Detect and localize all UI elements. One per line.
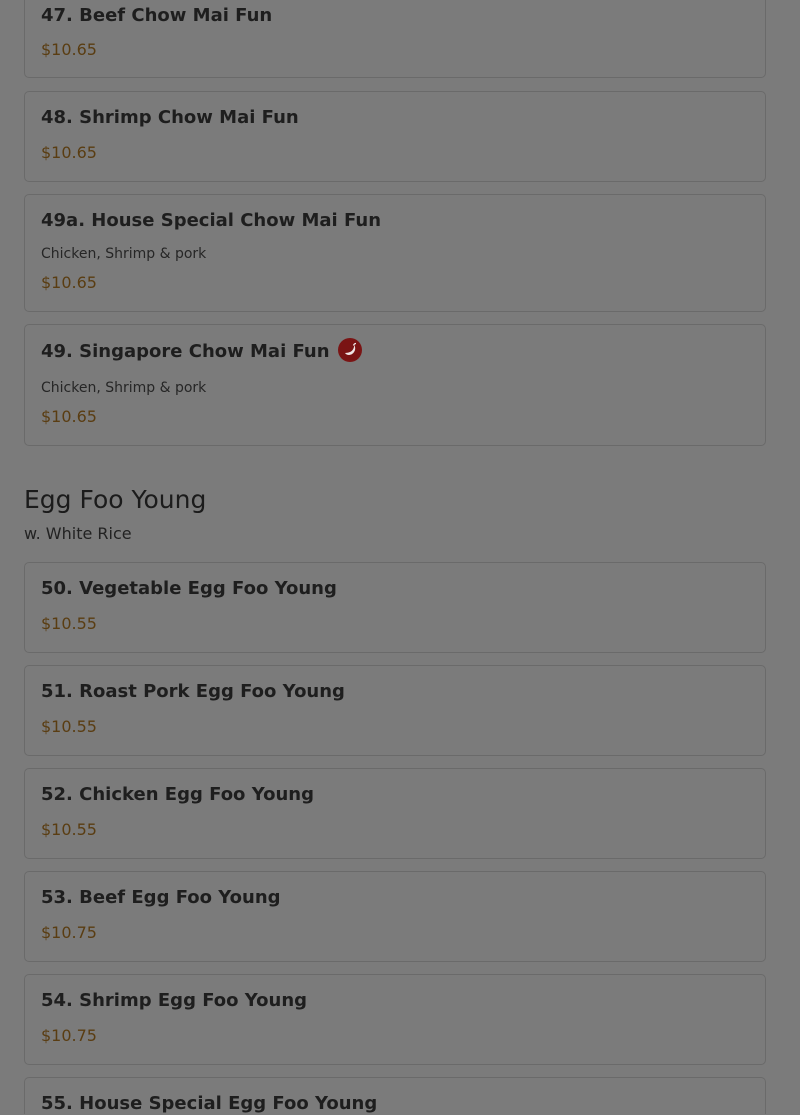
menu-item-price: $10.55	[41, 717, 97, 736]
menu-item-name: 50. Vegetable Egg Foo Young	[41, 578, 337, 599]
menu-item-description: Chicken, Shrimp & pork	[41, 246, 207, 262]
menu-item-price: $10.65	[41, 143, 97, 162]
menu-item-name: 52. Chicken Egg Foo Young	[41, 784, 314, 805]
menu-item-card[interactable]: 51. Roast Pork Egg Foo Young $10.55	[24, 665, 766, 756]
menu-item-card[interactable]: 48. Shrimp Chow Mai Fun $10.65	[24, 91, 766, 182]
menu-item-name: 53. Beef Egg Foo Young	[41, 887, 281, 908]
menu-page: 47. Beef Chow Mai Fun $10.65 48. Shrimp …	[0, 0, 800, 1114]
menu-item-description: Chicken, Shrimp & pork	[41, 380, 207, 396]
menu-item-card[interactable]: 54. Shrimp Egg Foo Young $10.75	[24, 974, 766, 1065]
menu-item-price: $10.55	[41, 820, 97, 839]
menu-item-card[interactable]: 49. Singapore Chow Mai Fun Chicken, Shri…	[24, 324, 766, 446]
menu-item-price: $10.55	[41, 614, 97, 633]
menu-item-card[interactable]: 52. Chicken Egg Foo Young $10.55	[24, 768, 766, 859]
menu-item-card[interactable]: 47. Beef Chow Mai Fun $10.65	[24, 0, 766, 78]
menu-item-price: $10.65	[41, 40, 97, 59]
menu-item-name: 47. Beef Chow Mai Fun	[41, 5, 273, 26]
menu-item-name: 49. Singapore Chow Mai Fun	[41, 341, 330, 362]
menu-item-name: 48. Shrimp Chow Mai Fun	[41, 107, 299, 128]
menu-item-card[interactable]: 53. Beef Egg Foo Young $10.75	[24, 871, 766, 962]
menu-item-name-row: 49. Singapore Chow Mai Fun	[41, 338, 362, 364]
menu-item-name: 49a. House Special Chow Mai Fun	[41, 210, 382, 231]
menu-item-card[interactable]: 50. Vegetable Egg Foo Young $10.55	[24, 562, 766, 653]
menu-item-price: $10.65	[41, 273, 97, 292]
menu-item-price: $10.65	[41, 407, 97, 426]
section-subtitle: w. White Rice	[24, 524, 132, 543]
menu-item-card[interactable]: 49a. House Special Chow Mai Fun Chicken,…	[24, 194, 766, 312]
menu-item-name: 51. Roast Pork Egg Foo Young	[41, 681, 345, 702]
menu-item-name: 54. Shrimp Egg Foo Young	[41, 990, 308, 1011]
spicy-pepper-icon	[337, 338, 362, 362]
menu-item-card[interactable]: 55. House Special Egg Foo Young	[24, 1077, 766, 1114]
section-title: Egg Foo Young	[24, 485, 207, 514]
menu-item-name: 55. House Special Egg Foo Young	[41, 1093, 378, 1114]
menu-item-price: $10.75	[41, 923, 97, 942]
menu-item-price: $10.75	[41, 1026, 97, 1045]
